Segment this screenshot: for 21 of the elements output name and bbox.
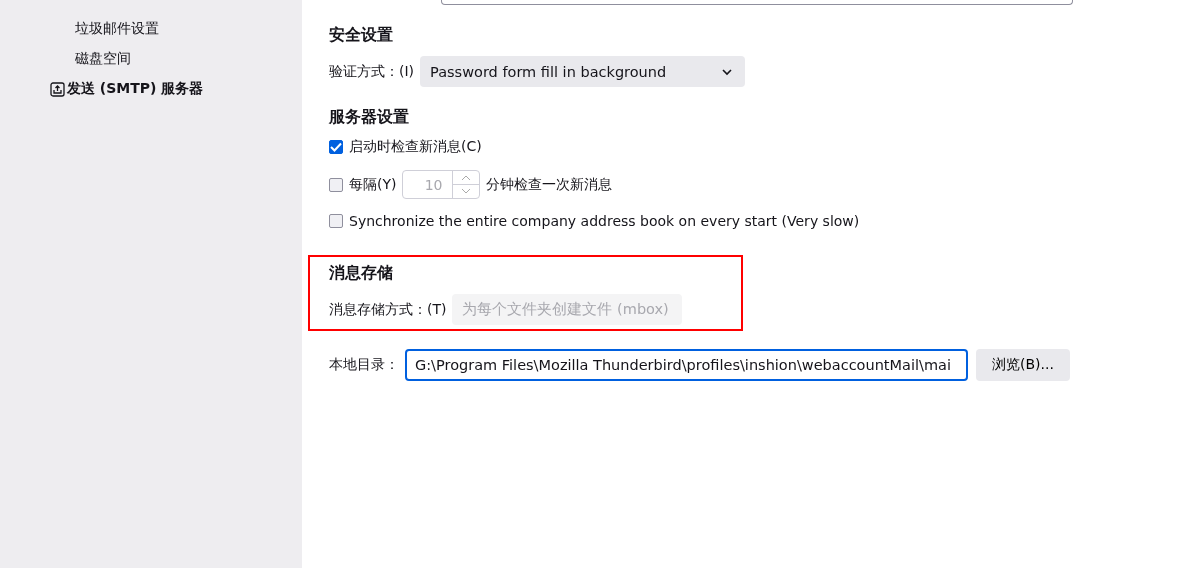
section-heading: 消息存储: [329, 263, 394, 284]
browse-button[interactable]: 浏览(B)...: [976, 349, 1070, 381]
field-label: 本地目录：: [329, 356, 399, 374]
field-label: 分钟检查一次新消息: [486, 175, 613, 194]
checkbox[interactable]: [329, 214, 343, 228]
checkbox[interactable]: [329, 140, 343, 154]
field-label: 消息存储方式：(T): [329, 300, 447, 319]
checkbox-label: 每隔(Y): [349, 175, 397, 194]
outbox-icon: [50, 81, 65, 97]
sidebar-item[interactable]: 垃圾邮件设置: [0, 14, 302, 44]
dropdown[interactable]: Password form fill in background: [420, 56, 746, 87]
input-field[interactable]: [441, 0, 1073, 5]
sidebar-item[interactable]: 发送 (SMTP) 服务器: [0, 74, 302, 104]
caret-icon: [721, 67, 734, 76]
section-heading: 安全设置: [329, 25, 394, 46]
field-label: 验证方式：(I): [329, 62, 415, 81]
checkbox-label: Synchronize the entire company address book on every start (Very slow): [349, 213, 860, 229]
section-heading: 服务器设置: [329, 107, 410, 128]
checkbox-label: 启动时检查新消息(C): [349, 138, 482, 156]
input-field[interactable]: G:\Program Files\Mozilla Thunderbird\profiles\inshion\webaccountMail\mai: [405, 349, 968, 381]
sidebar-item[interactable]: 磁盘空间: [0, 44, 302, 74]
